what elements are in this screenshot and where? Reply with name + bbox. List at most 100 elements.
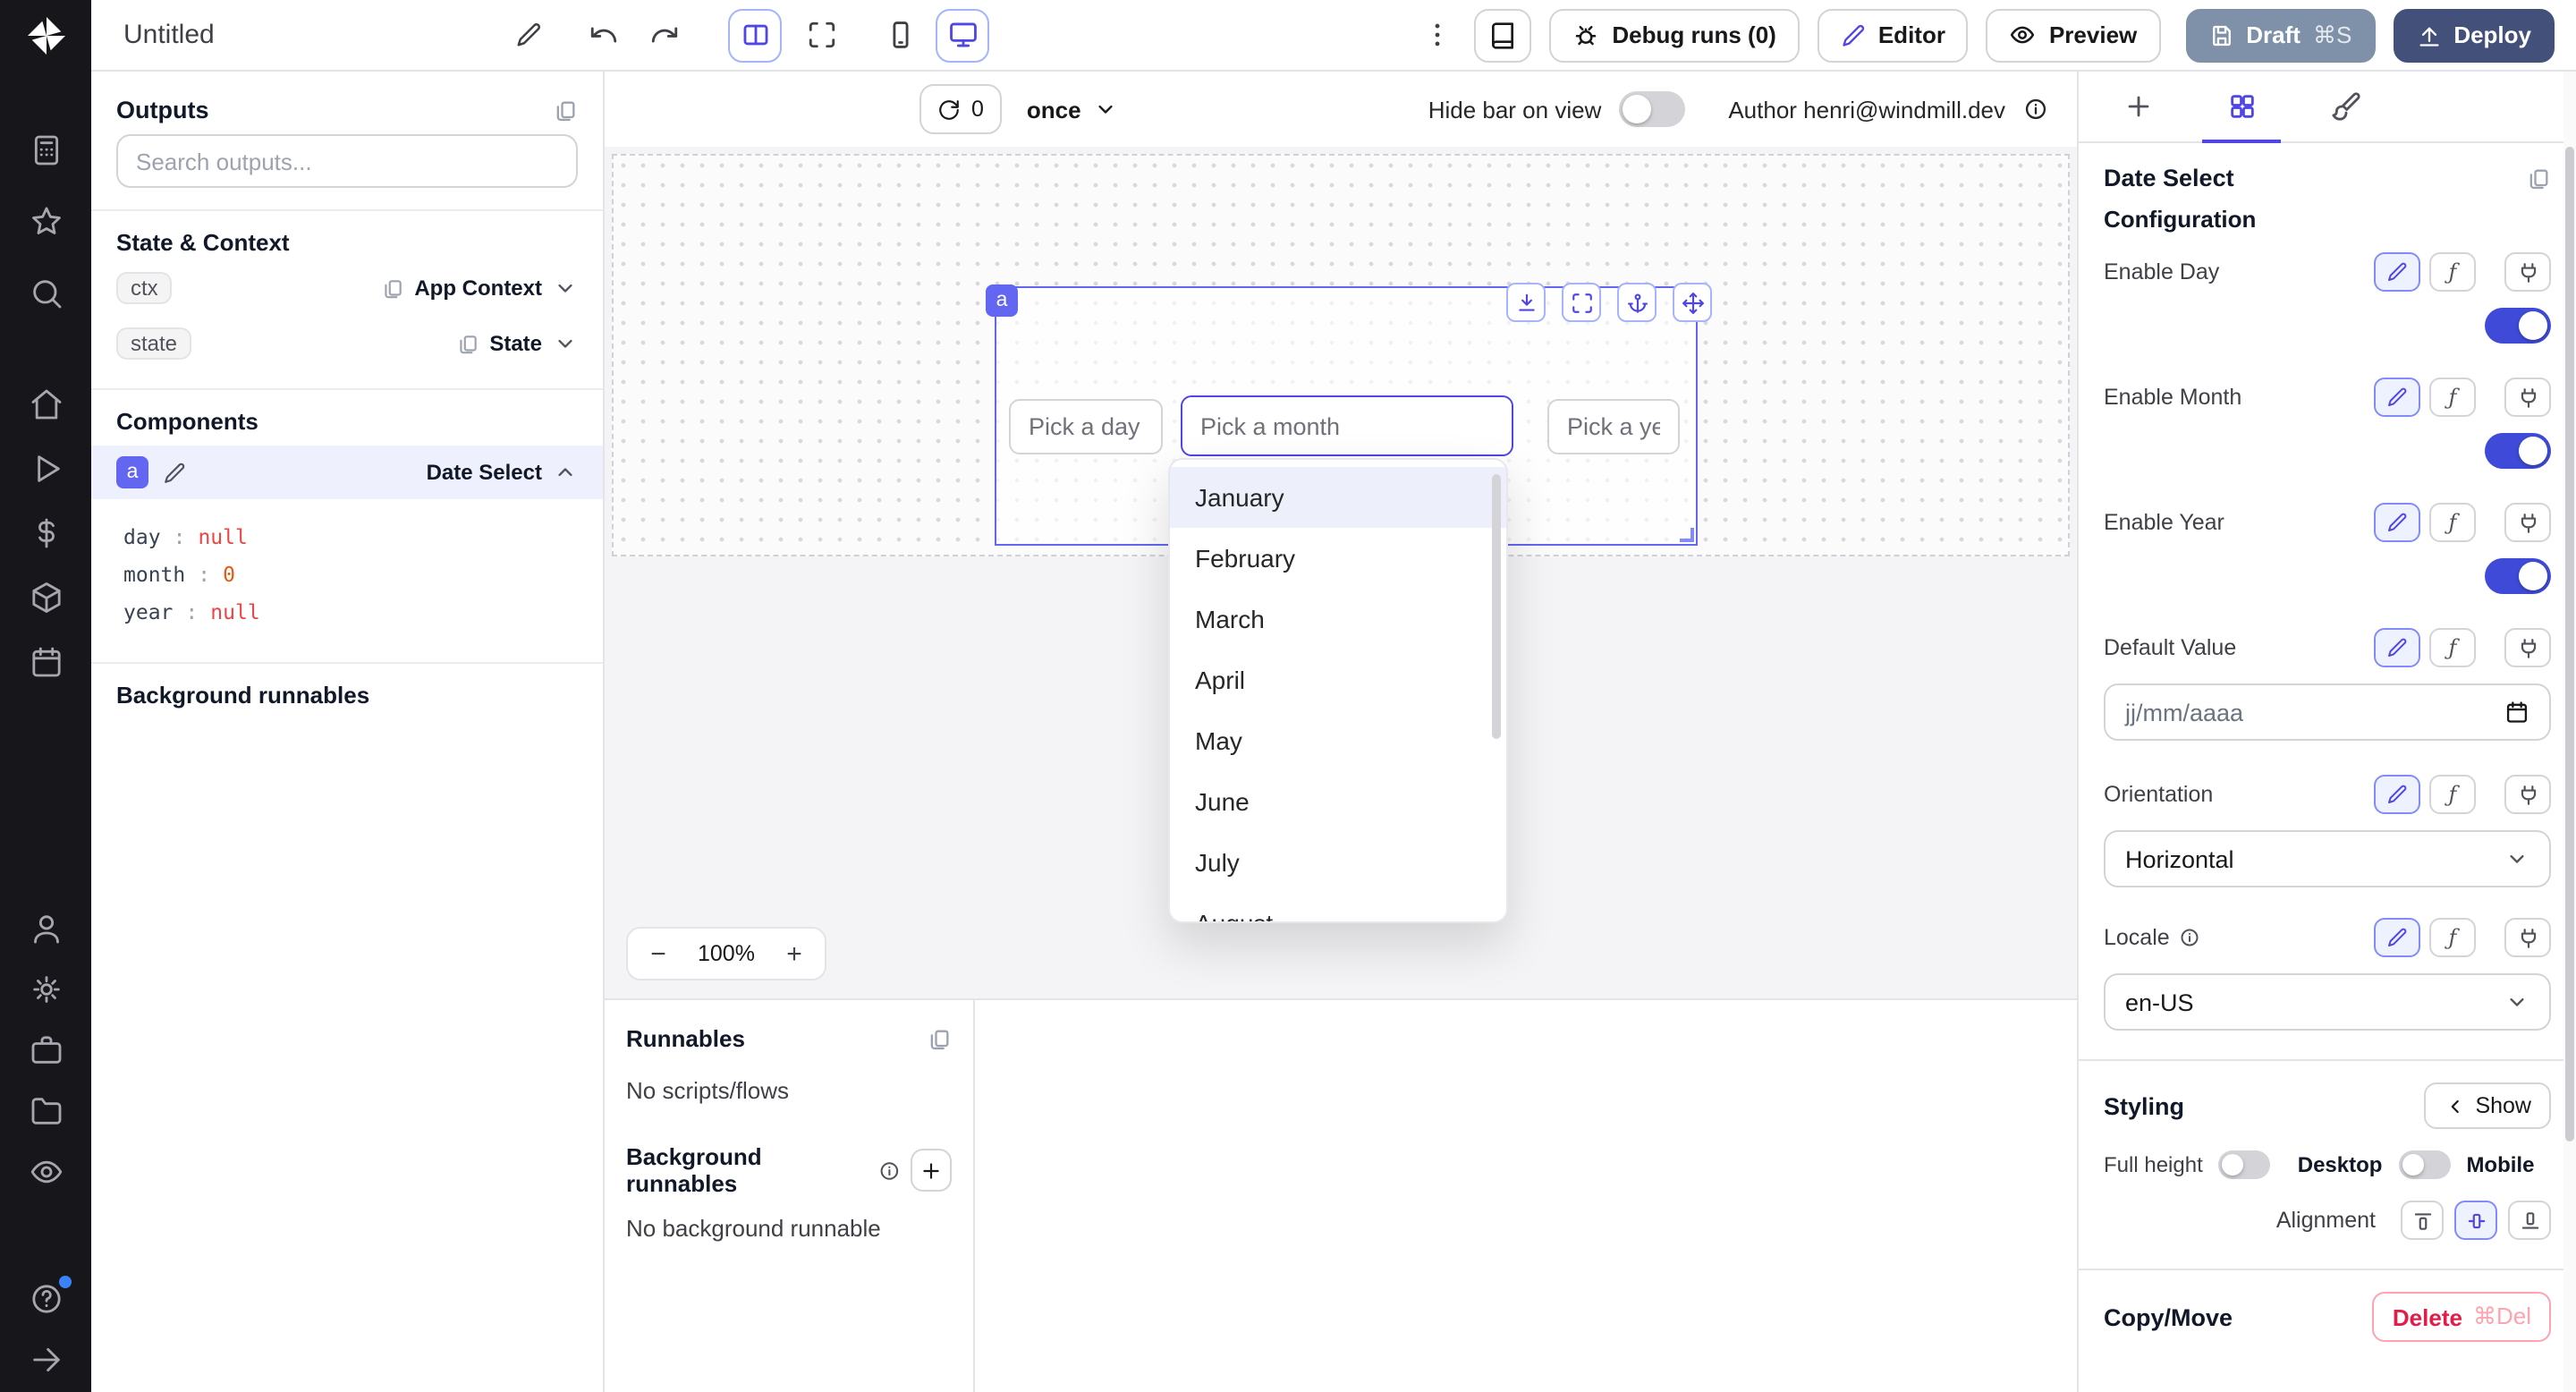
- rail-schedules-button[interactable]: [21, 637, 71, 687]
- delete-component-button[interactable]: Delete ⌘Del: [2373, 1292, 2551, 1342]
- static-edit-button[interactable]: [2374, 252, 2420, 292]
- rail-search-button[interactable]: [21, 268, 71, 318]
- align-top-button[interactable]: [2401, 1201, 2444, 1240]
- rail-audit-button[interactable]: [21, 1147, 71, 1197]
- more-menu-button[interactable]: [1417, 10, 1456, 60]
- mobile-view-button[interactable]: [875, 10, 925, 60]
- tab-component-settings[interactable]: [2190, 72, 2293, 141]
- connect-input-button[interactable]: [2504, 252, 2551, 292]
- month-option[interactable]: July: [1170, 832, 1506, 893]
- eval-button[interactable]: ƒ: [2429, 628, 2476, 667]
- app-canvas[interactable]: a: [605, 147, 2077, 998]
- rail-favorites-button[interactable]: [21, 197, 71, 247]
- month-option[interactable]: May: [1170, 710, 1506, 771]
- expand-component-button[interactable]: [1562, 283, 1601, 322]
- copy-icon[interactable]: [455, 332, 479, 355]
- connect-input-button[interactable]: [2504, 378, 2551, 417]
- connect-input-button[interactable]: [2504, 628, 2551, 667]
- rail-resources-button[interactable]: [21, 573, 71, 623]
- orientation-select[interactable]: Horizontal: [2104, 830, 2551, 887]
- chevron-up-icon[interactable]: [553, 460, 578, 485]
- add-background-runnable-button[interactable]: [911, 1149, 952, 1192]
- resize-handle[interactable]: [1680, 528, 1694, 542]
- month-option[interactable]: June: [1170, 771, 1506, 832]
- dropdown-scrollbar-thumb[interactable]: [1492, 474, 1501, 739]
- output-row[interactable]: day:null: [123, 517, 578, 555]
- info-icon[interactable]: [877, 1159, 900, 1182]
- static-edit-button[interactable]: [2374, 918, 2420, 957]
- search-outputs-input[interactable]: [116, 134, 578, 188]
- page-scrollbar[interactable]: [2563, 72, 2576, 1392]
- default-value-date-input[interactable]: jj/mm/aaaa: [2104, 683, 2551, 741]
- month-option[interactable]: January: [1170, 467, 1506, 528]
- enable-day-toggle[interactable]: [2485, 308, 2551, 344]
- static-edit-button[interactable]: [2374, 628, 2420, 667]
- desktop-view-button[interactable]: [936, 8, 989, 62]
- tab-global-styling[interactable]: [2293, 72, 2397, 141]
- hide-bar-toggle[interactable]: [1619, 91, 1685, 127]
- rail-settings-button[interactable]: [21, 964, 71, 1014]
- month-option[interactable]: March: [1170, 589, 1506, 649]
- tab-insert-component[interactable]: [2086, 72, 2190, 141]
- enable-year-toggle[interactable]: [2485, 558, 2551, 594]
- eval-button[interactable]: ƒ: [2429, 503, 2476, 542]
- month-option[interactable]: August: [1170, 893, 1506, 923]
- rail-folders-button[interactable]: [21, 1086, 71, 1136]
- day-input[interactable]: [1009, 399, 1163, 454]
- docs-icon[interactable]: [553, 98, 578, 123]
- static-edit-button[interactable]: [2374, 378, 2420, 417]
- locale-select[interactable]: en-US: [2104, 973, 2551, 1031]
- docs-icon[interactable]: [2526, 166, 2551, 191]
- rail-runs-button[interactable]: [21, 444, 71, 494]
- info-icon[interactable]: [2179, 927, 2200, 948]
- desktop-mobile-toggle[interactable]: [2398, 1150, 2450, 1179]
- toggle-panels-button[interactable]: [728, 8, 782, 62]
- debug-runs-button[interactable]: Debug runs (0): [1549, 8, 1799, 62]
- app-title[interactable]: Untitled: [123, 20, 503, 50]
- info-icon[interactable]: [2023, 97, 2048, 122]
- state-row[interactable]: state State: [91, 320, 603, 367]
- editor-mode-button[interactable]: Editor: [1818, 8, 1969, 62]
- rail-variables-button[interactable]: [21, 508, 71, 558]
- pencil-icon[interactable]: [163, 461, 186, 484]
- ctx-row[interactable]: ctx App Context: [91, 265, 603, 311]
- full-height-toggle[interactable]: [2219, 1150, 2271, 1179]
- connect-input-button[interactable]: [2504, 918, 2551, 957]
- rail-collapse-button[interactable]: [21, 1335, 71, 1385]
- refresh-mode-select[interactable]: once: [1027, 96, 1119, 123]
- move-component-button[interactable]: [1673, 283, 1712, 322]
- eval-button[interactable]: ƒ: [2429, 775, 2476, 814]
- insert-below-button[interactable]: [1506, 283, 1546, 322]
- windmill-logo[interactable]: [21, 11, 71, 61]
- docs-button[interactable]: [1474, 8, 1531, 62]
- output-row[interactable]: year:null: [123, 592, 578, 630]
- connect-input-button[interactable]: [2504, 503, 2551, 542]
- undo-button[interactable]: [578, 10, 628, 60]
- enable-month-toggle[interactable]: [2485, 433, 2551, 469]
- scrollbar-thumb[interactable]: [2565, 147, 2574, 1142]
- deploy-button[interactable]: Deploy: [2393, 8, 2555, 62]
- save-draft-button[interactable]: Draft⌘S: [2185, 8, 2375, 62]
- zoom-out-button[interactable]: −: [635, 930, 682, 977]
- eval-button[interactable]: ƒ: [2429, 378, 2476, 417]
- component-list-item-a[interactable]: a Date Select: [91, 446, 603, 499]
- fullscreen-button[interactable]: [796, 10, 846, 60]
- align-bottom-button[interactable]: [2508, 1201, 2551, 1240]
- static-edit-button[interactable]: [2374, 775, 2420, 814]
- year-input[interactable]: [1547, 399, 1680, 454]
- month-option[interactable]: February: [1170, 528, 1506, 589]
- rename-title-button[interactable]: [503, 10, 553, 60]
- month-option[interactable]: April: [1170, 649, 1506, 710]
- zoom-in-button[interactable]: +: [771, 930, 818, 977]
- anchor-component-button[interactable]: [1617, 283, 1657, 322]
- calendar-icon[interactable]: [2504, 700, 2529, 725]
- component-badge[interactable]: a: [986, 284, 1018, 317]
- connect-input-button[interactable]: [2504, 775, 2551, 814]
- rail-apps-button[interactable]: [21, 125, 71, 175]
- static-edit-button[interactable]: [2374, 503, 2420, 542]
- preview-mode-button[interactable]: Preview: [1987, 8, 2160, 62]
- show-styling-button[interactable]: Show: [2423, 1082, 2551, 1129]
- docs-icon[interactable]: [927, 1026, 952, 1051]
- rail-help-button[interactable]: [21, 1274, 71, 1324]
- refresh-button[interactable]: 0: [919, 84, 1002, 134]
